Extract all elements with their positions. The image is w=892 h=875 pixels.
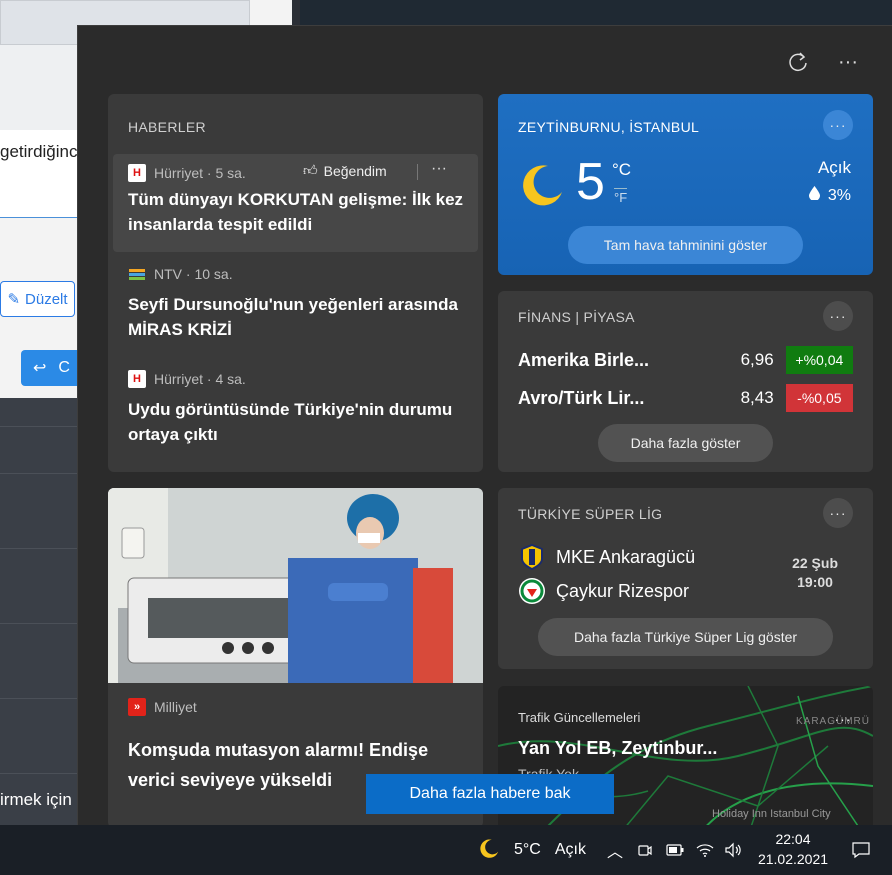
- reply-button-label: C: [58, 359, 70, 376]
- more-options-icon[interactable]: ···: [834, 48, 862, 76]
- taskbar: 5°C Açık ︿ 22:04 21.02.2021: [0, 825, 892, 875]
- unit-celsius[interactable]: °C: [612, 160, 631, 180]
- weather-temperature: 5: [576, 153, 605, 211]
- meet-now-icon[interactable]: [634, 825, 656, 875]
- match-time: 22 Şub 19:00: [792, 554, 838, 592]
- finance-more-icon[interactable]: ···: [823, 301, 853, 331]
- ntv-logo-icon: [128, 265, 146, 283]
- like-button[interactable]: 👍︎ Beğendim: [303, 162, 387, 179]
- edit-button[interactable]: ✎ Düzelt: [0, 281, 75, 317]
- like-button-label: Beğendim: [323, 162, 387, 179]
- precipitation-value: 3%: [827, 186, 851, 204]
- moon-icon: [518, 160, 566, 213]
- edit-button-label: Düzelt: [25, 290, 68, 308]
- news-source-label: NTV · 10 sa.: [154, 266, 233, 282]
- weather-location: ZEYTİNBURNU, İSTANBUL: [518, 119, 700, 135]
- finance-value: 8,43: [740, 388, 774, 407]
- team-home-name: MKE Ankaragücü: [556, 546, 696, 567]
- refresh-icon[interactable]: [784, 48, 812, 76]
- taskbar-weather-button[interactable]: 5°C Açık: [478, 825, 586, 875]
- more-news-button[interactable]: Daha fazla habere bak: [366, 774, 614, 814]
- news-card: HABERLER H Hürriyet · 5 sa. 👍︎ Beğendim …: [108, 94, 483, 472]
- taskbar-clock[interactable]: 22:04 21.02.2021: [748, 829, 838, 869]
- news-headline: Uydu görüntüsünde Türkiye'nin durumu ort…: [128, 400, 453, 444]
- team-away[interactable]: Çaykur Rizespor: [518, 577, 689, 605]
- traffic-more-icon[interactable]: ···: [828, 704, 858, 734]
- weather-card[interactable]: ZEYTİNBURNU, İSTANBUL ··· 5 °C °F Açık 3…: [498, 94, 873, 275]
- finance-more-button[interactable]: Daha fazla göster: [598, 424, 773, 462]
- ankaragucu-logo-icon: [518, 543, 546, 571]
- news-source-label: Hürriyet · 5 sa.: [154, 165, 246, 181]
- team-home[interactable]: MKE Ankaragücü: [518, 543, 695, 571]
- clock-time: 22:04: [775, 831, 811, 847]
- finance-title: FİNANS | PİYASA: [518, 309, 635, 325]
- news-card-title: HABERLER: [128, 119, 206, 135]
- hurriyet-logo-icon: H: [128, 370, 146, 388]
- news-item[interactable]: NTV · 10 sa. Seyfi Dursunoğlu'nun yeğenl…: [113, 259, 478, 349]
- divider: [417, 164, 418, 180]
- news-item[interactable]: H Hürriyet · 5 sa. 👍︎ Beğendim ··· Tüm d…: [113, 154, 478, 252]
- clock-date: 21.02.2021: [757, 851, 829, 867]
- rizespor-logo-icon: [518, 577, 546, 605]
- finance-change-up: +%0,04: [785, 346, 853, 374]
- hurriyet-logo-icon: H: [128, 164, 146, 182]
- unit-fahrenheit[interactable]: °F: [614, 188, 628, 205]
- weather-more-icon[interactable]: ···: [823, 110, 853, 140]
- battery-icon[interactable]: [664, 825, 686, 875]
- finance-name: Amerika Birle...: [518, 349, 650, 370]
- weather-condition: Açık: [817, 158, 851, 177]
- news-source-label: Hürriyet · 4 sa.: [154, 371, 246, 387]
- background-text: irmek için: [0, 790, 72, 809]
- team-away-name: Çaykur Rizespor: [556, 580, 690, 601]
- full-forecast-button[interactable]: Tam hava tahminini göster: [568, 226, 803, 264]
- news-and-interests-panel: ··· HABERLER H Hürriyet · 5 sa. 👍︎ Beğen…: [77, 25, 892, 825]
- traffic-title: Trafik Güncellemeleri: [518, 710, 641, 725]
- traffic-route: Yan Yol EB, Zeytinbur...: [518, 738, 718, 758]
- news-source: » Milliyet: [128, 698, 197, 716]
- volume-icon[interactable]: [722, 825, 744, 875]
- precipitation: 3%: [808, 186, 851, 205]
- news-source: H Hürriyet · 4 sa.: [128, 370, 246, 388]
- news-headline: Seyfi Dursunoğlu'nun yeğenleri arasında …: [128, 295, 458, 339]
- sports-card: TÜRKİYE SÜPER LİG ··· MKE Ankaragücü Çay…: [498, 488, 873, 669]
- wifi-icon[interactable]: [694, 825, 716, 875]
- sports-title: TÜRKİYE SÜPER LİG: [518, 506, 663, 522]
- show-hidden-icons-icon[interactable]: ︿: [604, 825, 626, 875]
- item-more-icon[interactable]: ···: [431, 160, 447, 178]
- story-photo: [108, 488, 483, 683]
- pencil-icon: ✎: [7, 291, 21, 308]
- finance-change-down: -%0,05: [785, 384, 853, 412]
- reply-icon: ↩: [33, 360, 47, 377]
- match-date: 22 Şub: [792, 555, 838, 571]
- finance-row[interactable]: Amerika Birle... 6,96 +%0,04: [518, 346, 853, 374]
- taskbar-temperature: 5°C: [514, 841, 541, 858]
- raindrop-icon: [808, 186, 820, 205]
- finance-value: 6,96: [740, 350, 774, 369]
- map-label: Holiday Inn Istanbul City: [712, 808, 831, 820]
- finance-card: FİNANS | PİYASA ··· Amerika Birle... 6,9…: [498, 291, 873, 472]
- thumbs-up-icon: 👍︎: [303, 162, 318, 178]
- milliyet-logo-icon: »: [128, 698, 146, 716]
- news-source: NTV · 10 sa.: [128, 265, 233, 283]
- moon-icon: [478, 837, 500, 864]
- reply-button[interactable]: ↩ C: [21, 350, 81, 386]
- background-text: getirdiğinc: [0, 142, 78, 161]
- finance-row[interactable]: Avro/Türk Lir... 8,43 -%0,05: [518, 384, 853, 412]
- news-source-label: Milliyet: [154, 699, 197, 715]
- taskbar-condition: Açık: [554, 841, 586, 858]
- sports-more-icon[interactable]: ···: [823, 498, 853, 528]
- match-hour: 19:00: [797, 574, 833, 590]
- news-item[interactable]: H Hürriyet · 4 sa. Uydu görüntüsünde Tür…: [113, 364, 478, 454]
- news-source: H Hürriyet · 5 sa.: [128, 164, 246, 182]
- finance-name: Avro/Türk Lir...: [518, 387, 645, 408]
- notifications-icon[interactable]: [850, 825, 872, 875]
- sports-more-button[interactable]: Daha fazla Türkiye Süper Lig göster: [538, 618, 833, 656]
- news-headline: Tüm dünyayı KORKUTAN gelişme: İlk kez in…: [128, 190, 464, 234]
